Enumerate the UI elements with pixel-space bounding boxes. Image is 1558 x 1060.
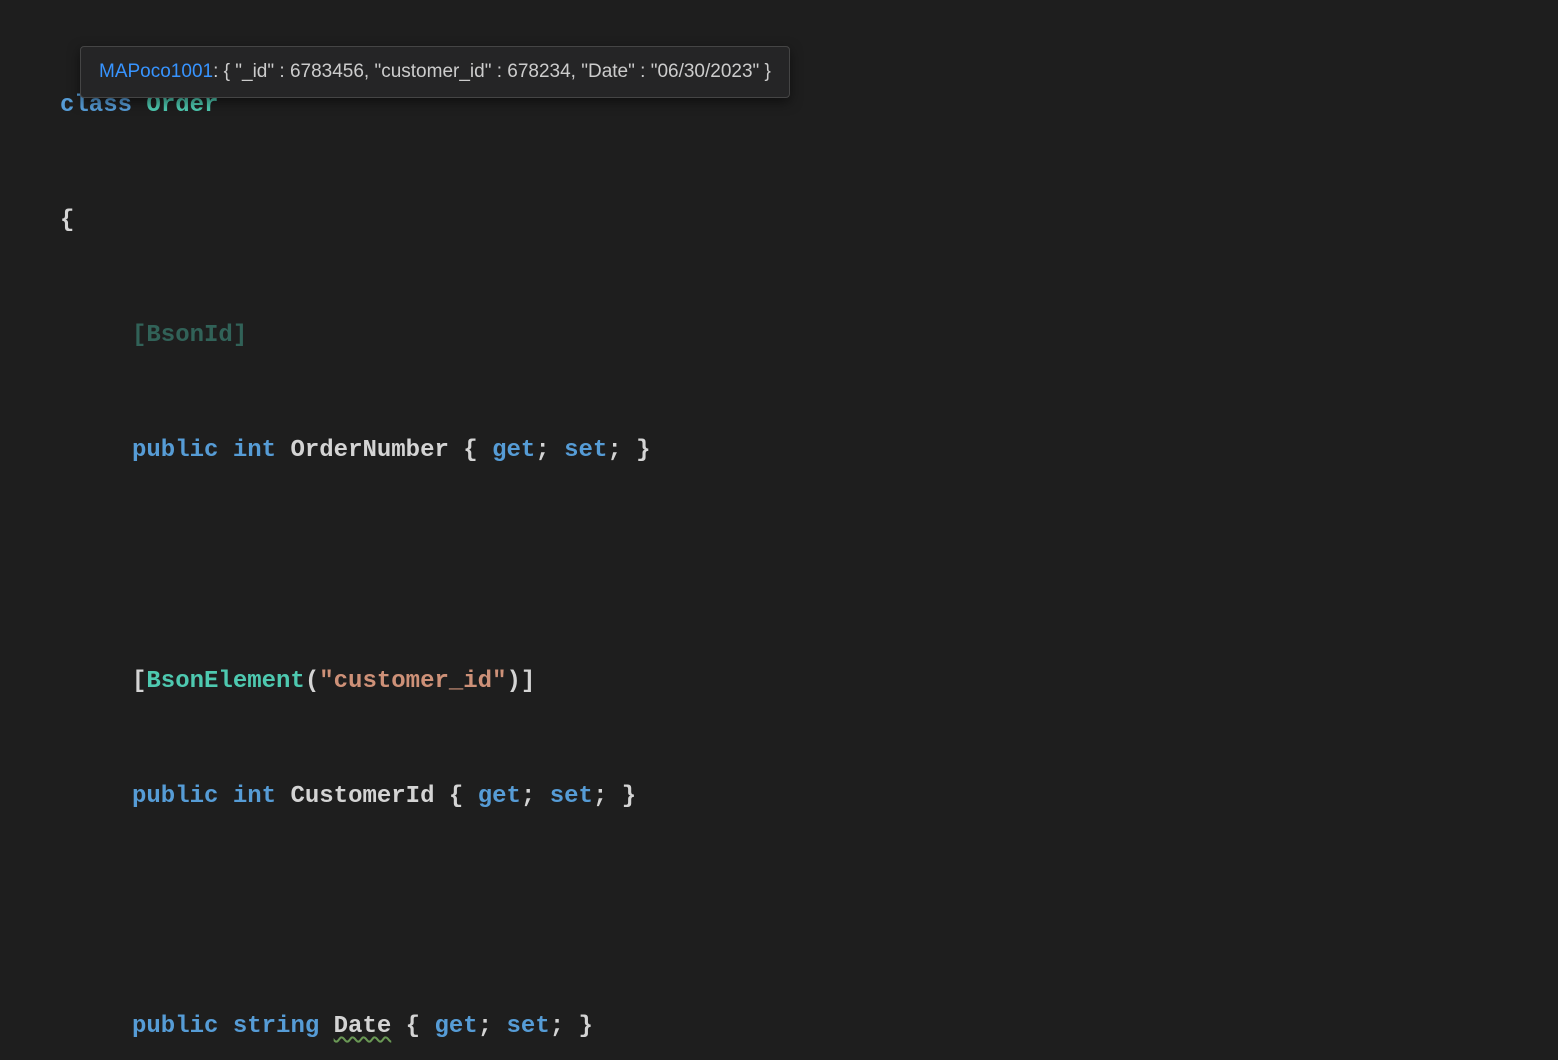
punct: ;	[478, 1013, 507, 1040]
attribute-bracket: [	[132, 322, 146, 349]
punct: ; }	[593, 783, 636, 810]
tooltip-data-text: : { "_id" : 6783456, "customer_id" : 678…	[213, 61, 771, 82]
keyword-set: set	[564, 437, 607, 464]
property-name: CustomerId	[290, 783, 434, 810]
hover-tooltip: MAPoco1001: { "_id" : 6783456, "customer…	[80, 46, 790, 98]
paren-open: (	[305, 668, 319, 695]
property-name: OrderNumber	[290, 437, 448, 464]
string-literal: "customer_id"	[319, 668, 506, 695]
keyword-set: set	[550, 783, 593, 810]
punct: ; }	[550, 1013, 593, 1040]
attribute-bracket: ]	[233, 322, 247, 349]
keyword-public: public	[132, 1013, 218, 1040]
punct: ; }	[607, 437, 650, 464]
code-line: {	[60, 202, 1558, 240]
keyword-public: public	[132, 437, 218, 464]
code-line-blank	[60, 547, 1558, 585]
punct: ;	[521, 783, 550, 810]
code-line: public string Date { get; set; }	[60, 1008, 1558, 1046]
punct: ;	[535, 437, 564, 464]
keyword-int: int	[233, 437, 276, 464]
code-line-blank	[60, 893, 1558, 931]
tooltip-code-label: MAPoco1001	[99, 61, 213, 82]
code-editor[interactable]: class Order { [BsonId] public int OrderN…	[0, 10, 1558, 1060]
code-line: public int OrderNumber { get; set; }	[60, 432, 1558, 470]
keyword-get: get	[434, 1013, 477, 1040]
attribute-name: BsonElement	[146, 668, 304, 695]
code-line: public int CustomerId { get; set; }	[60, 778, 1558, 816]
keyword-int: int	[233, 783, 276, 810]
code-line: [BsonElement("customer_id")]	[60, 663, 1558, 701]
code-line: [BsonId]	[60, 317, 1558, 355]
punct: {	[449, 437, 492, 464]
keyword-public: public	[132, 783, 218, 810]
punct: {	[391, 1013, 434, 1040]
attribute-name: BsonId	[146, 322, 232, 349]
brace-open: {	[60, 207, 74, 234]
keyword-get: get	[492, 437, 535, 464]
keyword-get: get	[478, 783, 521, 810]
attribute-bracket: ]	[521, 668, 535, 695]
paren-close: )	[506, 668, 520, 695]
attribute-bracket: [	[132, 668, 146, 695]
property-name-warning: Date	[334, 1013, 392, 1040]
punct: {	[434, 783, 477, 810]
keyword-set: set	[507, 1013, 550, 1040]
keyword-string: string	[233, 1013, 319, 1040]
